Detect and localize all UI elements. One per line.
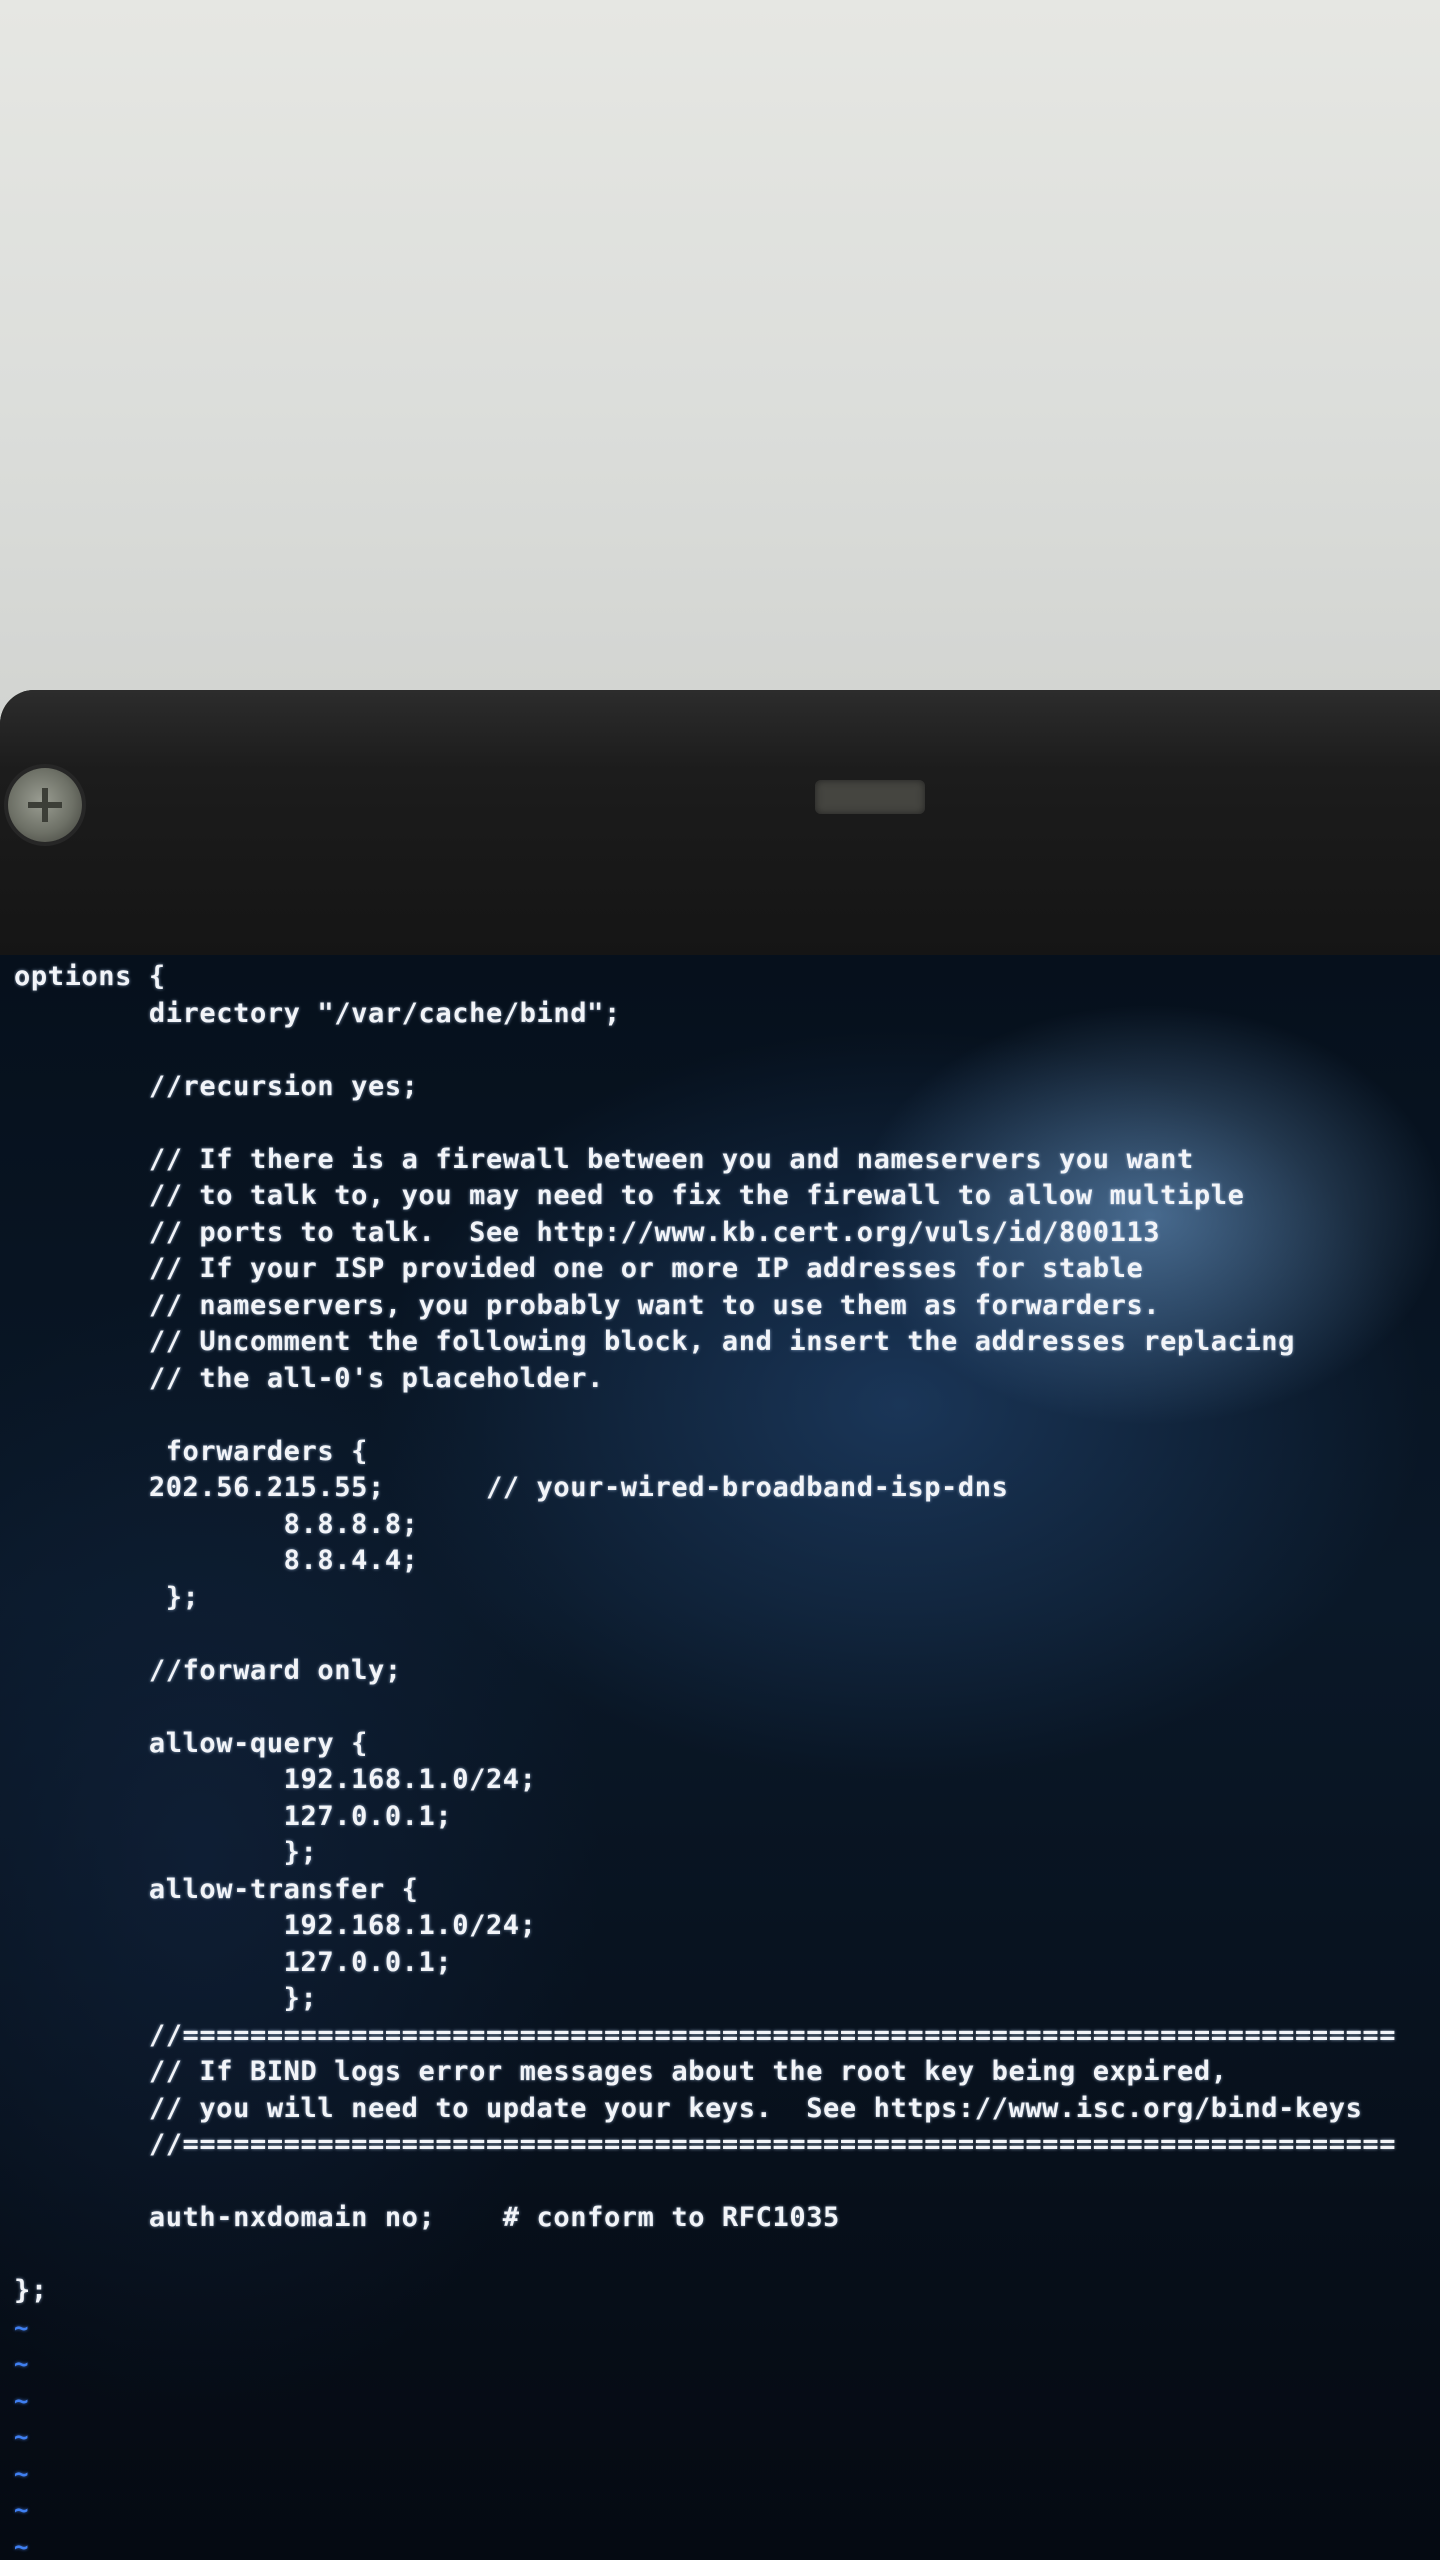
code-line[interactable]: // to talk to, you may need to fix the f… (14, 1178, 1434, 1215)
empty-buffer-line-marker: ~ (14, 2423, 29, 2451)
code-line[interactable]: // you will need to update your keys. Se… (14, 2091, 1434, 2128)
code-line[interactable] (14, 2237, 1434, 2274)
code-line[interactable]: // If BIND logs error messages about the… (14, 2054, 1434, 2091)
code-line[interactable]: }; (14, 2273, 1434, 2310)
code-line[interactable]: directory "/var/cache/bind"; (14, 996, 1434, 1033)
webcam (815, 780, 925, 814)
code-line[interactable]: 8.8.4.4; (14, 1543, 1434, 1580)
code-line[interactable]: forwarders { (14, 1434, 1434, 1471)
code-line[interactable]: allow-query { (14, 1726, 1434, 1763)
code-line[interactable]: 192.168.1.0/24; (14, 1908, 1434, 1945)
code-line[interactable] (14, 1616, 1434, 1653)
empty-buffer-line-marker: ~ (14, 2532, 29, 2560)
code-line[interactable]: // nameservers, you probably want to use… (14, 1288, 1434, 1325)
tilde-lines: ~ ~ ~ ~ ~ ~ ~ (14, 2310, 1434, 2560)
code-line[interactable] (14, 2164, 1434, 2201)
code-line[interactable]: 192.168.1.0/24; (14, 1762, 1434, 1799)
code-line[interactable]: options { (14, 959, 1434, 996)
code-line[interactable]: // If there is a firewall between you an… (14, 1142, 1434, 1179)
code-line[interactable]: }; (14, 1835, 1434, 1872)
code-line[interactable] (14, 1105, 1434, 1142)
screw-icon (8, 768, 82, 842)
laptop-bezel-top (0, 690, 1440, 955)
wall-background (0, 0, 1440, 720)
code-line[interactable]: 202.56.215.55; // your-wired-broadband-i… (14, 1470, 1434, 1507)
code-line[interactable]: //======================================… (14, 2018, 1434, 2055)
code-line[interactable]: auth-nxdomain no; # conform to RFC1035 (14, 2200, 1434, 2237)
vim-editor[interactable]: options { directory "/var/cache/bind"; /… (14, 959, 1434, 2560)
empty-buffer-line-marker: ~ (14, 2496, 29, 2524)
code-line[interactable]: allow-transfer { (14, 1872, 1434, 1909)
empty-buffer-line-marker: ~ (14, 2386, 29, 2415)
display-screen: options { directory "/var/cache/bind"; /… (0, 955, 1440, 2560)
empty-buffer-line-marker: ~ (14, 2313, 29, 2342)
code-line[interactable]: 127.0.0.1; (14, 1799, 1434, 1836)
code-line[interactable] (14, 1032, 1434, 1069)
code-line[interactable]: // the all-0's placeholder. (14, 1361, 1434, 1398)
code-line[interactable]: //======================================… (14, 2127, 1434, 2164)
code-line[interactable]: 8.8.8.8; (14, 1507, 1434, 1544)
empty-buffer-line-marker: ~ (14, 2350, 29, 2378)
code-lines: options { directory "/var/cache/bind"; /… (14, 959, 1434, 2310)
code-line[interactable]: 127.0.0.1; (14, 1945, 1434, 1982)
code-line[interactable] (14, 1397, 1434, 1434)
code-line[interactable]: // Uncomment the following block, and in… (14, 1324, 1434, 1361)
empty-buffer-line-marker: ~ (14, 2459, 29, 2488)
code-line[interactable]: }; (14, 1981, 1434, 2018)
code-line[interactable]: //forward only; (14, 1653, 1434, 1690)
code-line[interactable]: }; (14, 1580, 1434, 1617)
code-line[interactable] (14, 1689, 1434, 1726)
code-line[interactable]: // If your ISP provided one or more IP a… (14, 1251, 1434, 1288)
code-line[interactable]: // ports to talk. See http://www.kb.cert… (14, 1215, 1434, 1252)
code-line[interactable]: //recursion yes; (14, 1069, 1434, 1106)
